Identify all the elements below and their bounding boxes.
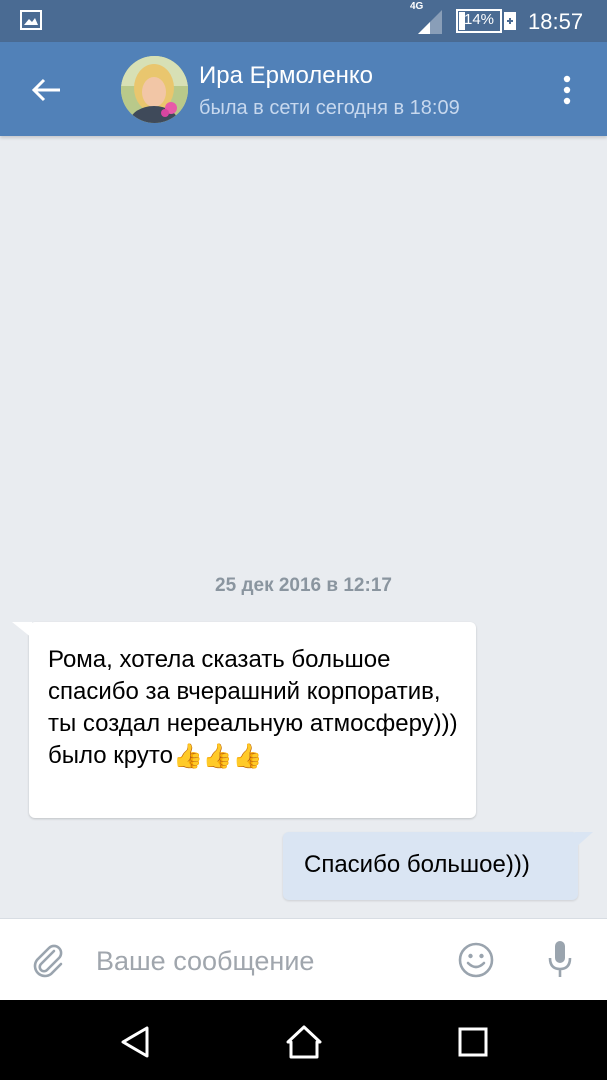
more-menu-button[interactable]: [552, 70, 582, 110]
contact-last-seen: была в сети сегодня в 18:09: [199, 97, 460, 119]
microphone-icon: [548, 941, 572, 977]
clock: 18:57: [528, 9, 584, 34]
incoming-message[interactable]: Рома, хотела сказать большое спасибо за …: [12, 622, 476, 818]
gallery-icon: [20, 10, 42, 30]
more-vertical-icon: [563, 75, 571, 105]
date-separator: 25 дек 2016 в 12:17: [215, 575, 392, 596]
bubble-tail: [12, 622, 32, 638]
outgoing-message-text: Спасибо большое))): [304, 851, 530, 878]
contact-name[interactable]: Ира Ермоленко: [199, 62, 373, 90]
voice-message-button[interactable]: [545, 939, 575, 981]
nav-recent-button[interactable]: [455, 1024, 491, 1060]
avatar[interactable]: [121, 56, 188, 123]
battery-level: 14%: [464, 11, 495, 28]
status-bar: 4G 14% 18:57: [0, 0, 607, 42]
navigation-bar: [0, 1000, 607, 1080]
signal-icon: [418, 10, 442, 34]
emoji-button[interactable]: [457, 941, 495, 979]
message-input[interactable]: [96, 941, 436, 981]
smiley-icon: [458, 942, 494, 978]
avatar-image: [121, 56, 188, 123]
bubble-tail: [575, 832, 593, 848]
triangle-back-icon: [121, 1026, 149, 1058]
arrow-left-icon: [31, 78, 60, 102]
message-composer: [0, 918, 607, 1000]
paperclip-icon: [33, 944, 63, 978]
home-icon: [286, 1025, 322, 1059]
back-button[interactable]: [24, 68, 68, 112]
outgoing-message[interactable]: Спасибо большое))): [283, 832, 593, 900]
square-recent-icon: [458, 1027, 488, 1057]
message-text: Рома, хотела сказать большое спасибо за …: [48, 644, 468, 773]
chat-header: Ира Ермоленко была в сети сегодня в 18:0…: [0, 42, 607, 136]
chat-screen: 4G 14% 18:57 Ира Ермоленко была в сети с…: [0, 0, 607, 1080]
nav-home-button[interactable]: [284, 1022, 324, 1062]
thumbs-up-emoji: 👍👍👍: [172, 742, 263, 770]
attach-button[interactable]: [28, 939, 68, 979]
nav-back-button[interactable]: [115, 1022, 155, 1062]
